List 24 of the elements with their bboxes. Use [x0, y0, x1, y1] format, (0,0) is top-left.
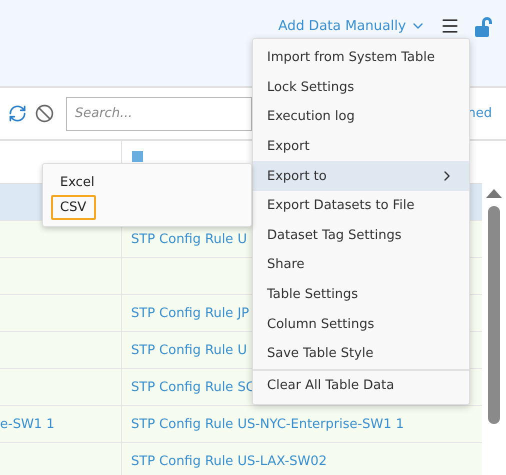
table-cell: e-SW1 1: [0, 416, 54, 432]
search-field[interactable]: Search...: [66, 96, 252, 130]
table-cell: STP Config Rule JP: [131, 306, 250, 320]
menu-item[interactable]: Export: [253, 132, 469, 162]
menu-item[interactable]: Save Table Style: [253, 338, 469, 369]
table-cell: STP Config Rule US-LAX-SW02: [131, 454, 327, 468]
submenu-item[interactable]: Excel: [51, 170, 104, 195]
refresh-icon[interactable]: [8, 104, 27, 123]
menu-item[interactable]: Execution log: [253, 102, 469, 132]
scroll-up-icon[interactable]: [486, 189, 502, 198]
table-cell: STP Config Rule U: [131, 232, 247, 246]
submenu-item[interactable]: CSV: [51, 195, 96, 220]
table-cell: STP Config Rule U: [131, 342, 247, 358]
menu-item[interactable]: Import from System Table: [253, 43, 469, 73]
menu-item[interactable]: Export to: [253, 161, 469, 191]
unlock-icon[interactable]: [474, 16, 494, 38]
menu-item[interactable]: Export Datasets to File: [253, 190, 469, 221]
menu-item[interactable]: Lock Settings: [253, 72, 469, 102]
menu-item[interactable]: Dataset Tag Settings: [253, 220, 469, 250]
scrollbar-thumb[interactable]: [488, 206, 500, 424]
column-header-icon: [132, 151, 143, 162]
table-cell: STP Config Rule US-NYC-Enterprise-SW1 1: [131, 416, 404, 432]
menu-item[interactable]: Clear All Table Data: [253, 368, 469, 400]
no-filter-icon[interactable]: [35, 104, 54, 123]
